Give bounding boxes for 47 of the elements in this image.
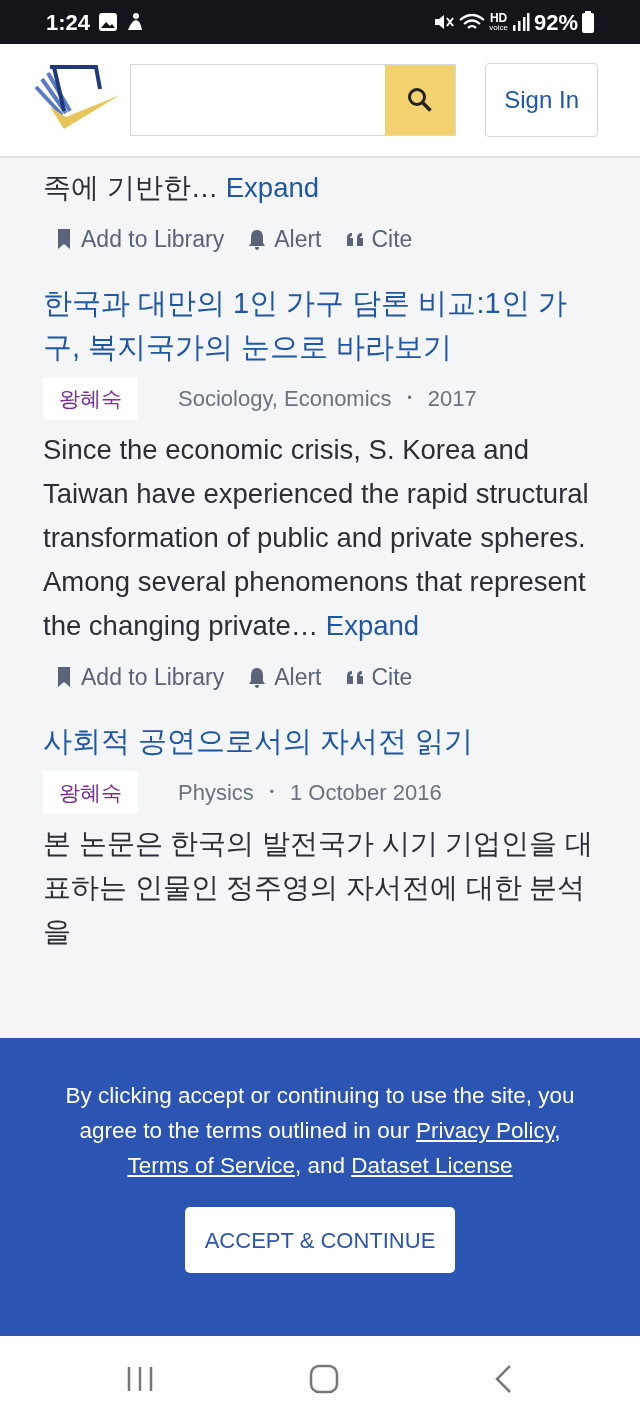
search-button[interactable] (385, 65, 455, 135)
policy-link[interactable]: Terms of Service (127, 1153, 295, 1178)
paper-date: 2017 (427, 384, 477, 413)
author-tag[interactable]: 왕혜숙 (43, 770, 138, 814)
separator-dot: • (269, 784, 274, 802)
search-icon (407, 87, 433, 113)
voice-label: voice (489, 24, 508, 32)
signal-icon (511, 12, 530, 32)
accept-button[interactable]: ACCEPT & CONTINUE (184, 1207, 456, 1273)
action-link[interactable]: Alert (248, 222, 322, 257)
expand-link[interactable]: Expand (325, 610, 420, 641)
consent-text: By clicking accept or continuing to use the site, you agree to the terms outlined in our Privacy Policy, Terms of Service, and Dataset License (64, 1082, 576, 1180)
paper-title[interactable]: 사회적 공연으로서의 자서전 읽기 (43, 718, 602, 763)
battery-icon (582, 11, 594, 33)
action-link[interactable]: Add to Library (55, 222, 225, 257)
paper-date: 1 October 2016 (290, 778, 442, 807)
action-link[interactable]: Cite (345, 660, 413, 695)
paper-fields: Physics (178, 775, 254, 809)
paper-fields: Sociology, Economics (178, 381, 392, 415)
hd-label: HD (489, 12, 508, 24)
bookmark-icon (55, 666, 73, 689)
expand-link[interactable]: Expand (225, 172, 320, 203)
action-link[interactable]: Cite (345, 222, 413, 257)
policy-link[interactable]: Dataset License (351, 1153, 513, 1178)
paper-title[interactable]: 한국과 대만의 1인 가구 담론 비교:1인 가구, 복지국가의 눈으로 바라보기 (43, 280, 602, 369)
image-icon (98, 12, 119, 32)
policy-link[interactable]: Privacy Policy (415, 1118, 555, 1143)
author-tag[interactable]: 왕혜숙 (43, 376, 138, 420)
bell-icon (248, 228, 267, 251)
recent-apps-icon[interactable] (125, 1365, 154, 1393)
battery-level: 92% (533, 8, 578, 37)
action-link[interactable]: Alert (248, 660, 322, 695)
figure-icon (126, 12, 145, 32)
action-link[interactable]: Add to Library (55, 660, 225, 695)
separator-dot: • (407, 390, 412, 408)
paper-abstract: 족에 기반한… Expand (43, 171, 321, 205)
status-time: 1:24 (46, 8, 91, 37)
search-field[interactable] (130, 64, 456, 136)
mute-icon (433, 12, 456, 32)
paper-abstract: Since the economic crisis, S. Korea and Taiwan have experienced the rapid structural transformation of public and private spheres. Among several phenomenons that represent the changing private… Expand (43, 433, 590, 643)
paper-abstract: 본 논문은 한국의 발전국가 시기 기업인을 대표하는 인물인 정주영의 자서전에 대한 분석을 (43, 827, 594, 949)
quote-icon (345, 231, 364, 247)
sign-in-button[interactable]: Sign In (485, 63, 598, 137)
home-icon[interactable] (309, 1364, 339, 1394)
quote-icon (345, 669, 364, 685)
bell-icon (248, 666, 267, 689)
bookmark-icon (55, 228, 73, 251)
